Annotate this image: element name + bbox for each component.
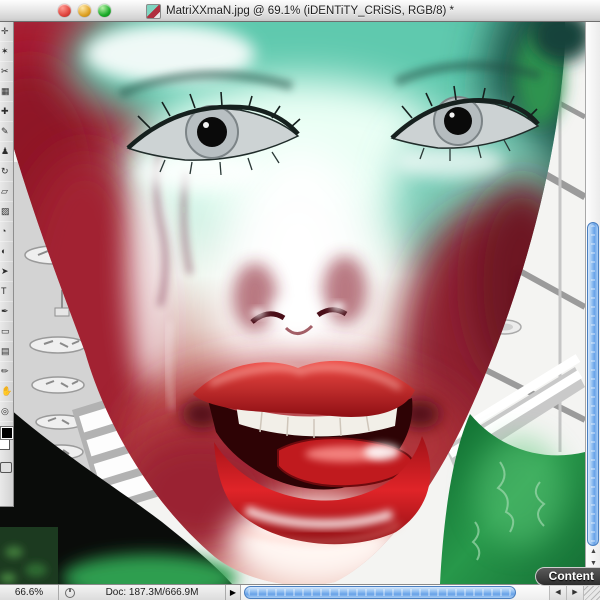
magic-wand-tool-icon: ✶ [1, 47, 9, 56]
scroll-up-icon[interactable]: ▲ [586, 546, 600, 558]
move-tool-icon: ✛ [1, 27, 9, 36]
content-palette-tab[interactable]: Content [535, 567, 600, 586]
window-title: MatriXXmaN.jpg @ 69.1% (iDENTiTY_CRiSiS,… [166, 5, 454, 17]
pen-tool-icon: ✒ [1, 307, 9, 316]
slice-tool-icon: ▦ [1, 87, 10, 96]
color-swatches [0, 424, 13, 458]
horizontal-scrollbar[interactable] [240, 585, 549, 600]
vertical-scrollbar[interactable]: ▲ ▼ [585, 22, 600, 584]
rectangle-tool-icon: ▭ [1, 327, 10, 336]
scroll-left-icon[interactable]: ◀ [549, 585, 566, 600]
path-selection-tool-icon: ➤ [1, 267, 9, 276]
tool-zoom[interactable]: ◎ [0, 402, 13, 422]
tool-clone-stamp[interactable]: ♟ [0, 142, 13, 162]
tool-magic-wand[interactable]: ✶ [0, 42, 13, 62]
scroll-right-icon[interactable]: ▶ [566, 585, 583, 600]
document-thumbnail-icon [146, 4, 161, 19]
zoom-tool-icon: ◎ [1, 407, 9, 416]
status-bar: 66.6% Doc: 187.3M/666.9M ▶ ◀ ▶ [0, 584, 600, 600]
history-brush-tool-icon: ↻ [1, 167, 9, 176]
tool-move[interactable]: ✛ [0, 22, 13, 42]
tool-gradient[interactable]: ▨ [0, 202, 13, 222]
dodge-tool-icon: ◐ [1, 247, 6, 256]
vertical-scrollbar-thumb[interactable] [587, 222, 599, 546]
tool-history-brush[interactable]: ↻ [0, 162, 13, 182]
document-canvas[interactable] [0, 22, 585, 584]
tool-path-selection[interactable]: ➤ [0, 262, 13, 282]
tool-brush[interactable]: ✎ [0, 122, 13, 142]
zoom-window-button[interactable] [98, 4, 111, 17]
window-resize-grip[interactable] [583, 585, 600, 600]
eyedropper-tool-icon: ✏ [1, 367, 9, 376]
photoshop-window: MatriXXmaN.jpg @ 69.1% (iDENTiTY_CRiSiS,… [0, 0, 600, 600]
tool-eyedropper[interactable]: ✏ [0, 362, 13, 382]
blur-tool-icon: ◔ [1, 227, 6, 236]
gradient-tool-icon: ▨ [1, 207, 10, 216]
tool-rectangle[interactable]: ▭ [0, 322, 13, 342]
content-tab-label: Content [549, 569, 594, 583]
tool-strip: ✛ ✶ ✂ ▦ ✚ ✎ ♟ ↻ ▱ ▨ ◔ ◐ ➤ T ✒ ▭ ▤ ✏ ✋ ◎ [0, 22, 13, 422]
tool-pen[interactable]: ✒ [0, 302, 13, 322]
tool-dodge[interactable]: ◐ [0, 242, 13, 262]
tool-slice[interactable]: ▦ [0, 82, 13, 102]
type-tool-icon: T [1, 287, 7, 296]
notes-tool-icon: ▤ [1, 347, 10, 356]
tool-crop[interactable]: ✂ [0, 62, 13, 82]
foreground-color-swatch[interactable] [0, 426, 14, 440]
close-button[interactable] [58, 4, 71, 17]
zoom-level-field[interactable]: 66.6% [0, 585, 59, 600]
hand-tool-icon: ✋ [1, 387, 12, 396]
crop-tool-icon: ✂ [1, 67, 9, 76]
clone-stamp-tool-icon: ♟ [1, 147, 9, 156]
horizontal-scrollbar-thumb[interactable] [244, 586, 516, 599]
tools-palette[interactable]: ✛ ✶ ✂ ▦ ✚ ✎ ♟ ↻ ▱ ▨ ◔ ◐ ➤ T ✒ ▭ ▤ ✏ ✋ ◎ [0, 22, 14, 507]
title-bar[interactable]: MatriXXmaN.jpg @ 69.1% (iDENTiTY_CRiSiS,… [0, 0, 600, 22]
tool-type[interactable]: T [0, 282, 13, 302]
minimize-button[interactable] [78, 4, 91, 17]
tool-eraser[interactable]: ▱ [0, 182, 13, 202]
status-clock-icon [65, 588, 75, 598]
healing-brush-tool-icon: ✚ [1, 107, 9, 116]
quick-mask-icon[interactable] [0, 462, 12, 473]
brush-tool-icon: ✎ [1, 127, 9, 136]
tool-notes[interactable]: ▤ [0, 342, 13, 362]
status-flyout-icon[interactable]: ▶ [225, 585, 240, 600]
tool-blur[interactable]: ◔ [0, 222, 13, 242]
document-size-info[interactable]: Doc: 187.3M/666.9M [79, 585, 225, 600]
matrixxman-artwork [0, 22, 585, 584]
tool-hand[interactable]: ✋ [0, 382, 13, 402]
eraser-tool-icon: ▱ [1, 187, 8, 196]
tool-healing-brush[interactable]: ✚ [0, 102, 13, 122]
